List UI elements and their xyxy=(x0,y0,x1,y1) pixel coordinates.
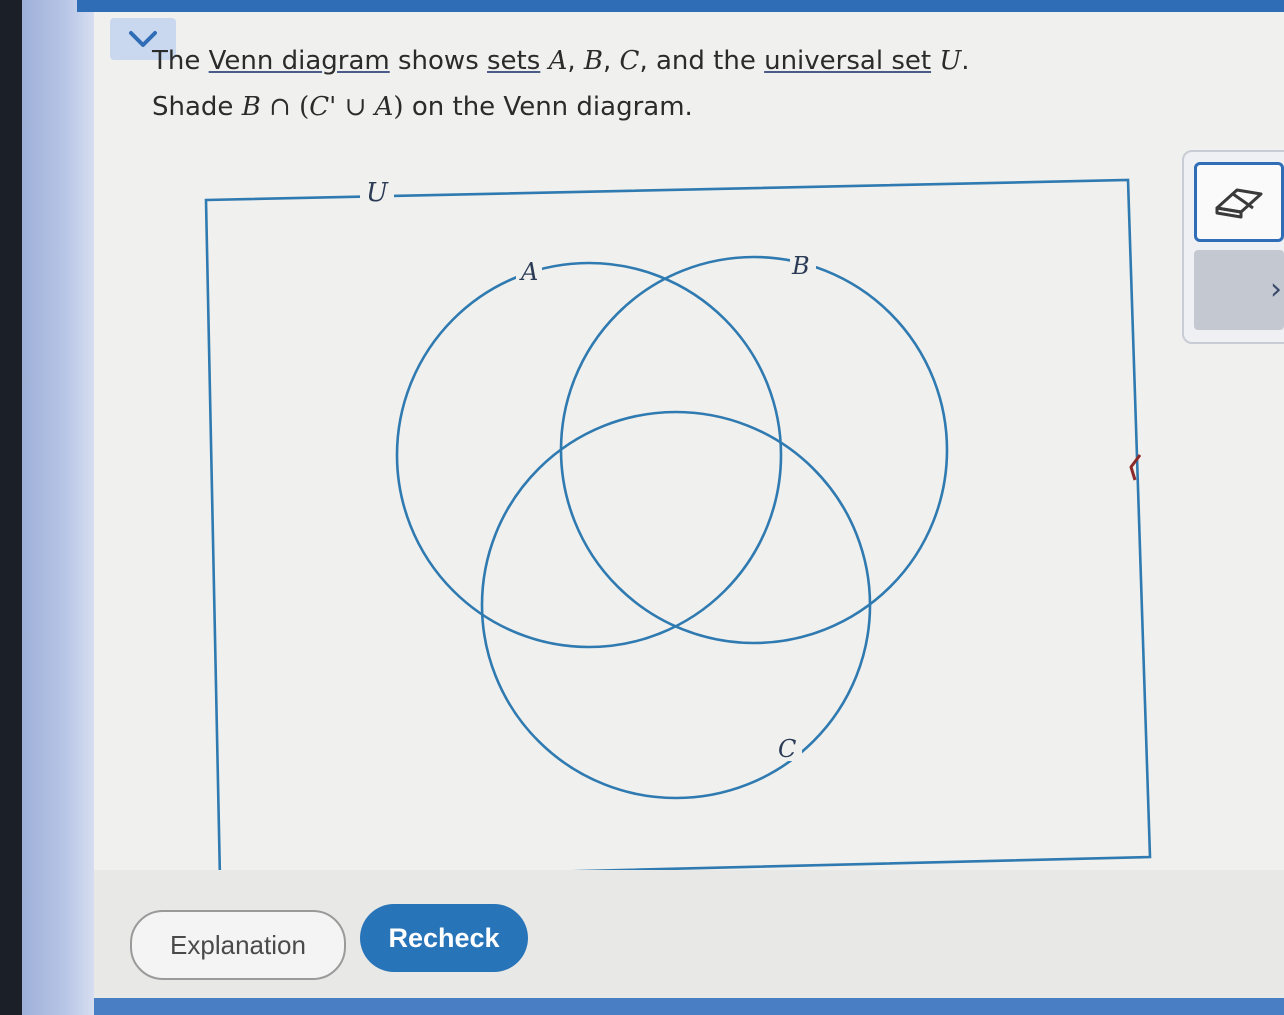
venn-diagram[interactable]: U A B C xyxy=(22,0,1284,1015)
eraser-icon xyxy=(1215,188,1263,219)
app-screen: The Venn diagram shows sets A, B, C, and… xyxy=(22,0,1284,1015)
next-button[interactable]: › xyxy=(1194,250,1284,330)
universe-label: U xyxy=(366,178,389,208)
eraser-button[interactable] xyxy=(1194,162,1284,242)
set-c-label: C xyxy=(778,735,796,763)
tool-panel: › xyxy=(1182,150,1284,344)
recheck-button[interactable]: Recheck xyxy=(360,904,528,972)
circle-c[interactable] xyxy=(480,410,872,800)
explanation-button[interactable]: Explanation xyxy=(130,910,346,980)
chevron-right-icon: › xyxy=(1270,272,1282,307)
circle-b[interactable] xyxy=(559,255,949,645)
bottom-bar xyxy=(94,998,1284,1015)
circle-a[interactable] xyxy=(395,261,783,649)
set-b-label: B xyxy=(791,252,810,280)
set-a-label: A xyxy=(519,258,538,286)
